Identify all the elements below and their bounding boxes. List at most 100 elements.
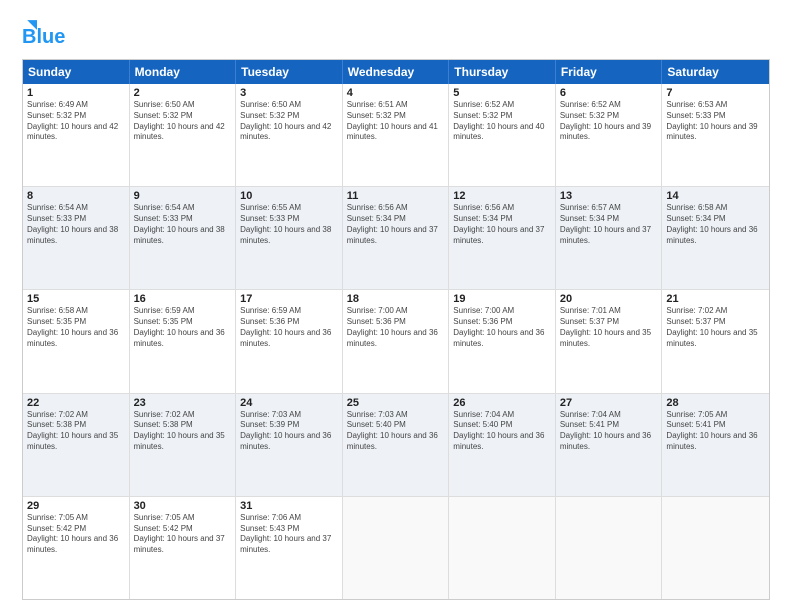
day-number: 25 — [347, 397, 445, 409]
calendar-cell: 23Sunrise: 7:02 AM Sunset: 5:38 PM Dayli… — [130, 394, 237, 496]
calendar-week-2: 8Sunrise: 6:54 AM Sunset: 5:33 PM Daylig… — [23, 187, 769, 290]
day-number: 22 — [27, 397, 125, 409]
header-day-saturday: Saturday — [662, 60, 769, 84]
logo-blue-text: Blue — [22, 26, 65, 49]
cell-details: Sunrise: 6:57 AM Sunset: 5:34 PM Dayligh… — [560, 203, 658, 246]
calendar-cell: 6Sunrise: 6:52 AM Sunset: 5:32 PM Daylig… — [556, 84, 663, 186]
calendar-cell: 16Sunrise: 6:59 AM Sunset: 5:35 PM Dayli… — [130, 290, 237, 392]
cell-details: Sunrise: 6:54 AM Sunset: 5:33 PM Dayligh… — [27, 203, 125, 246]
calendar-cell — [662, 497, 769, 599]
calendar-cell: 19Sunrise: 7:00 AM Sunset: 5:36 PM Dayli… — [449, 290, 556, 392]
calendar-cell: 11Sunrise: 6:56 AM Sunset: 5:34 PM Dayli… — [343, 187, 450, 289]
day-number: 2 — [134, 87, 232, 99]
calendar-cell: 4Sunrise: 6:51 AM Sunset: 5:32 PM Daylig… — [343, 84, 450, 186]
cell-details: Sunrise: 6:56 AM Sunset: 5:34 PM Dayligh… — [453, 203, 551, 246]
header-day-thursday: Thursday — [449, 60, 556, 84]
cell-details: Sunrise: 6:50 AM Sunset: 5:32 PM Dayligh… — [134, 100, 232, 143]
day-number: 31 — [240, 500, 338, 512]
day-number: 19 — [453, 293, 551, 305]
calendar-cell: 1Sunrise: 6:49 AM Sunset: 5:32 PM Daylig… — [23, 84, 130, 186]
day-number: 17 — [240, 293, 338, 305]
cell-details: Sunrise: 7:02 AM Sunset: 5:37 PM Dayligh… — [666, 306, 765, 349]
calendar-week-1: 1Sunrise: 6:49 AM Sunset: 5:32 PM Daylig… — [23, 84, 769, 187]
calendar: SundayMondayTuesdayWednesdayThursdayFrid… — [22, 59, 770, 600]
cell-details: Sunrise: 6:55 AM Sunset: 5:33 PM Dayligh… — [240, 203, 338, 246]
calendar-cell: 22Sunrise: 7:02 AM Sunset: 5:38 PM Dayli… — [23, 394, 130, 496]
header-day-sunday: Sunday — [23, 60, 130, 84]
header: Blue — [22, 18, 770, 49]
cell-details: Sunrise: 7:05 AM Sunset: 5:42 PM Dayligh… — [134, 513, 232, 556]
cell-details: Sunrise: 6:58 AM Sunset: 5:35 PM Dayligh… — [27, 306, 125, 349]
day-number: 14 — [666, 190, 765, 202]
calendar-cell: 15Sunrise: 6:58 AM Sunset: 5:35 PM Dayli… — [23, 290, 130, 392]
calendar-cell: 20Sunrise: 7:01 AM Sunset: 5:37 PM Dayli… — [556, 290, 663, 392]
calendar-week-3: 15Sunrise: 6:58 AM Sunset: 5:35 PM Dayli… — [23, 290, 769, 393]
cell-details: Sunrise: 6:52 AM Sunset: 5:32 PM Dayligh… — [560, 100, 658, 143]
day-number: 11 — [347, 190, 445, 202]
cell-details: Sunrise: 7:05 AM Sunset: 5:41 PM Dayligh… — [666, 410, 765, 453]
header-day-wednesday: Wednesday — [343, 60, 450, 84]
calendar-body: 1Sunrise: 6:49 AM Sunset: 5:32 PM Daylig… — [23, 84, 769, 599]
cell-details: Sunrise: 7:06 AM Sunset: 5:43 PM Dayligh… — [240, 513, 338, 556]
calendar-cell: 17Sunrise: 6:59 AM Sunset: 5:36 PM Dayli… — [236, 290, 343, 392]
day-number: 27 — [560, 397, 658, 409]
cell-details: Sunrise: 6:52 AM Sunset: 5:32 PM Dayligh… — [453, 100, 551, 143]
day-number: 6 — [560, 87, 658, 99]
cell-details: Sunrise: 7:04 AM Sunset: 5:41 PM Dayligh… — [560, 410, 658, 453]
header-day-friday: Friday — [556, 60, 663, 84]
header-day-tuesday: Tuesday — [236, 60, 343, 84]
calendar-cell: 30Sunrise: 7:05 AM Sunset: 5:42 PM Dayli… — [130, 497, 237, 599]
day-number: 12 — [453, 190, 551, 202]
day-number: 16 — [134, 293, 232, 305]
calendar-cell: 24Sunrise: 7:03 AM Sunset: 5:39 PM Dayli… — [236, 394, 343, 496]
calendar-cell: 2Sunrise: 6:50 AM Sunset: 5:32 PM Daylig… — [130, 84, 237, 186]
cell-details: Sunrise: 6:59 AM Sunset: 5:36 PM Dayligh… — [240, 306, 338, 349]
calendar-cell — [556, 497, 663, 599]
day-number: 15 — [27, 293, 125, 305]
header-day-monday: Monday — [130, 60, 237, 84]
day-number: 10 — [240, 190, 338, 202]
logo: Blue — [22, 18, 65, 49]
calendar-cell: 14Sunrise: 6:58 AM Sunset: 5:34 PM Dayli… — [662, 187, 769, 289]
day-number: 8 — [27, 190, 125, 202]
calendar-cell: 26Sunrise: 7:04 AM Sunset: 5:40 PM Dayli… — [449, 394, 556, 496]
cell-details: Sunrise: 7:01 AM Sunset: 5:37 PM Dayligh… — [560, 306, 658, 349]
page: Blue SundayMondayTuesdayWednesdayThursda… — [0, 0, 792, 612]
cell-details: Sunrise: 6:49 AM Sunset: 5:32 PM Dayligh… — [27, 100, 125, 143]
day-number: 29 — [27, 500, 125, 512]
calendar-cell: 28Sunrise: 7:05 AM Sunset: 5:41 PM Dayli… — [662, 394, 769, 496]
day-number: 26 — [453, 397, 551, 409]
day-number: 24 — [240, 397, 338, 409]
day-number: 18 — [347, 293, 445, 305]
day-number: 30 — [134, 500, 232, 512]
cell-details: Sunrise: 7:03 AM Sunset: 5:39 PM Dayligh… — [240, 410, 338, 453]
calendar-cell: 3Sunrise: 6:50 AM Sunset: 5:32 PM Daylig… — [236, 84, 343, 186]
calendar-cell: 31Sunrise: 7:06 AM Sunset: 5:43 PM Dayli… — [236, 497, 343, 599]
calendar-cell: 9Sunrise: 6:54 AM Sunset: 5:33 PM Daylig… — [130, 187, 237, 289]
cell-details: Sunrise: 6:51 AM Sunset: 5:32 PM Dayligh… — [347, 100, 445, 143]
cell-details: Sunrise: 6:50 AM Sunset: 5:32 PM Dayligh… — [240, 100, 338, 143]
calendar-cell — [449, 497, 556, 599]
cell-details: Sunrise: 7:00 AM Sunset: 5:36 PM Dayligh… — [453, 306, 551, 349]
calendar-cell: 25Sunrise: 7:03 AM Sunset: 5:40 PM Dayli… — [343, 394, 450, 496]
calendar-header-row: SundayMondayTuesdayWednesdayThursdayFrid… — [23, 60, 769, 84]
calendar-cell: 7Sunrise: 6:53 AM Sunset: 5:33 PM Daylig… — [662, 84, 769, 186]
cell-details: Sunrise: 6:53 AM Sunset: 5:33 PM Dayligh… — [666, 100, 765, 143]
day-number: 20 — [560, 293, 658, 305]
cell-details: Sunrise: 6:56 AM Sunset: 5:34 PM Dayligh… — [347, 203, 445, 246]
day-number: 9 — [134, 190, 232, 202]
day-number: 7 — [666, 87, 765, 99]
cell-details: Sunrise: 7:02 AM Sunset: 5:38 PM Dayligh… — [134, 410, 232, 453]
cell-details: Sunrise: 7:00 AM Sunset: 5:36 PM Dayligh… — [347, 306, 445, 349]
cell-details: Sunrise: 7:03 AM Sunset: 5:40 PM Dayligh… — [347, 410, 445, 453]
cell-details: Sunrise: 7:05 AM Sunset: 5:42 PM Dayligh… — [27, 513, 125, 556]
calendar-cell: 13Sunrise: 6:57 AM Sunset: 5:34 PM Dayli… — [556, 187, 663, 289]
day-number: 13 — [560, 190, 658, 202]
calendar-cell: 10Sunrise: 6:55 AM Sunset: 5:33 PM Dayli… — [236, 187, 343, 289]
calendar-cell: 8Sunrise: 6:54 AM Sunset: 5:33 PM Daylig… — [23, 187, 130, 289]
day-number: 5 — [453, 87, 551, 99]
day-number: 4 — [347, 87, 445, 99]
cell-details: Sunrise: 6:59 AM Sunset: 5:35 PM Dayligh… — [134, 306, 232, 349]
calendar-cell: 27Sunrise: 7:04 AM Sunset: 5:41 PM Dayli… — [556, 394, 663, 496]
cell-details: Sunrise: 6:54 AM Sunset: 5:33 PM Dayligh… — [134, 203, 232, 246]
